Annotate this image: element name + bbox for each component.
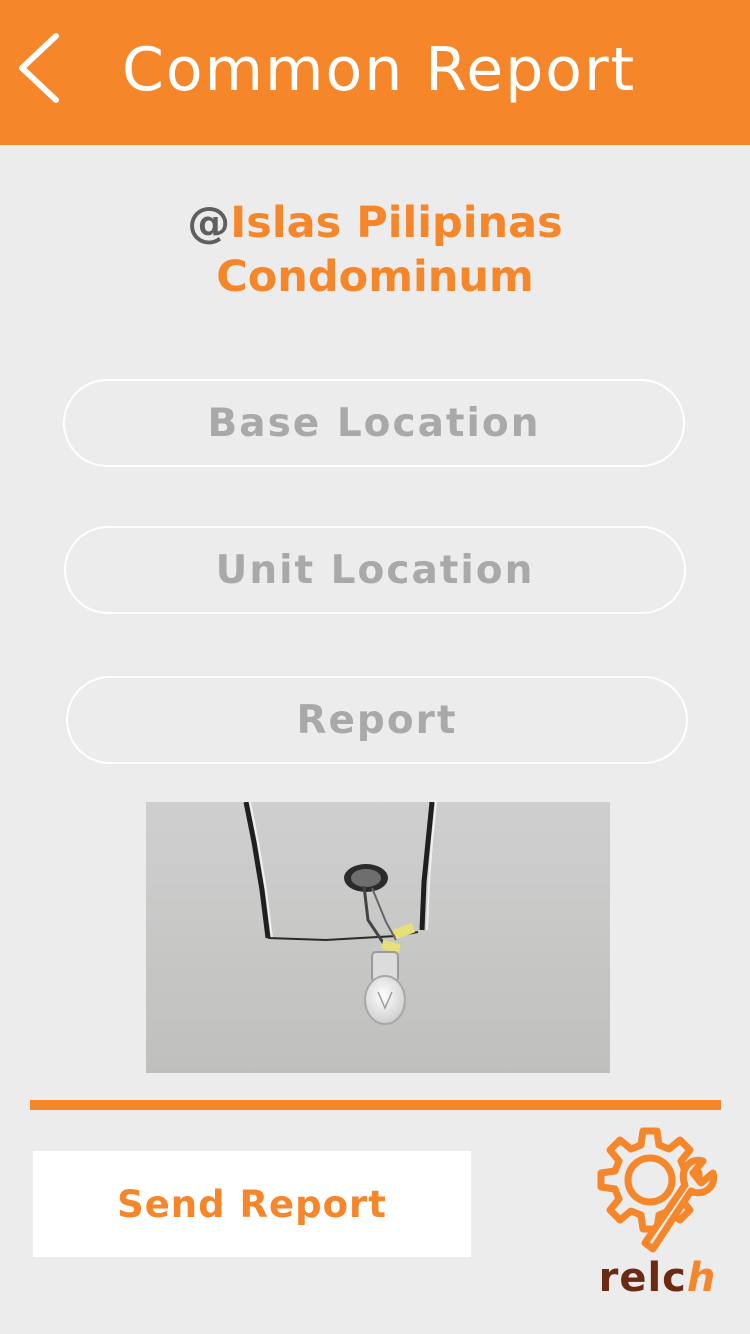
logo-wordmark: relch [585,1255,730,1301]
base-location-placeholder: Base Location [207,400,541,446]
report-photo [146,802,610,1073]
logo-prefix: relc [598,1255,687,1301]
venue-line-1: Islas Pilipinas [230,198,563,248]
send-report-button[interactable]: Send Report [33,1151,471,1257]
send-report-label: Send Report [117,1182,387,1226]
gear-wrench-icon [597,1127,718,1253]
report-placeholder: Report [296,697,458,743]
relch-logo: relch [585,1125,730,1310]
at-symbol: @ [187,198,231,248]
divider [30,1100,721,1110]
app-header: Common Report [0,0,750,145]
back-button[interactable] [10,28,80,108]
venue-name: @Islas Pilipinas Condominum [0,196,750,304]
venue-line-2: Condominum [216,252,534,302]
base-location-field[interactable]: Base Location [63,379,685,467]
logo-suffix: h [686,1255,717,1301]
unit-location-placeholder: Unit Location [215,547,535,593]
page-title: Common Report [122,35,637,105]
unit-location-field[interactable]: Unit Location [64,526,686,614]
chevron-left-icon [19,33,59,103]
report-field[interactable]: Report [66,676,688,764]
